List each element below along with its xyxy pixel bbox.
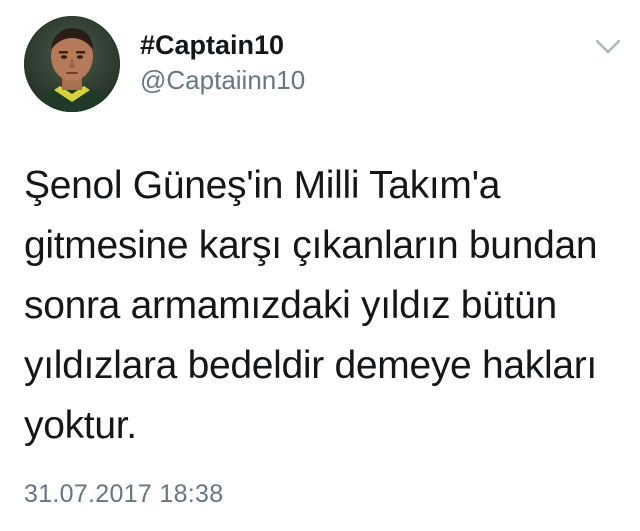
avatar-image bbox=[24, 16, 120, 112]
tweet-text-line: yıldızlara bedeldir demeye hakları bbox=[24, 344, 597, 387]
tweet-text-line: Şenol Güneş'in Milli Takım'a bbox=[24, 164, 501, 207]
avatar[interactable] bbox=[24, 16, 120, 112]
display-name[interactable]: #Captain10 bbox=[140, 28, 284, 62]
tweet-text-line: gitmesine karşı çıkanların bundan bbox=[24, 224, 598, 267]
tweet-text: Şenol Güneş'in Milli Takım'a gitmesine k… bbox=[24, 156, 624, 456]
user-handle[interactable]: @Captaiinn10 bbox=[140, 64, 305, 96]
tweet-text-line: yoktur. bbox=[24, 404, 137, 447]
tweet-text-line: sonra armamızdaki yıldız bütün bbox=[24, 284, 557, 327]
chevron-down-icon[interactable] bbox=[592, 34, 624, 58]
tweet-card: #Captain10 @Captaiinn10 Şenol Güneş'in M… bbox=[0, 0, 640, 531]
timestamp[interactable]: 31.07.2017 18:38 bbox=[24, 478, 223, 510]
